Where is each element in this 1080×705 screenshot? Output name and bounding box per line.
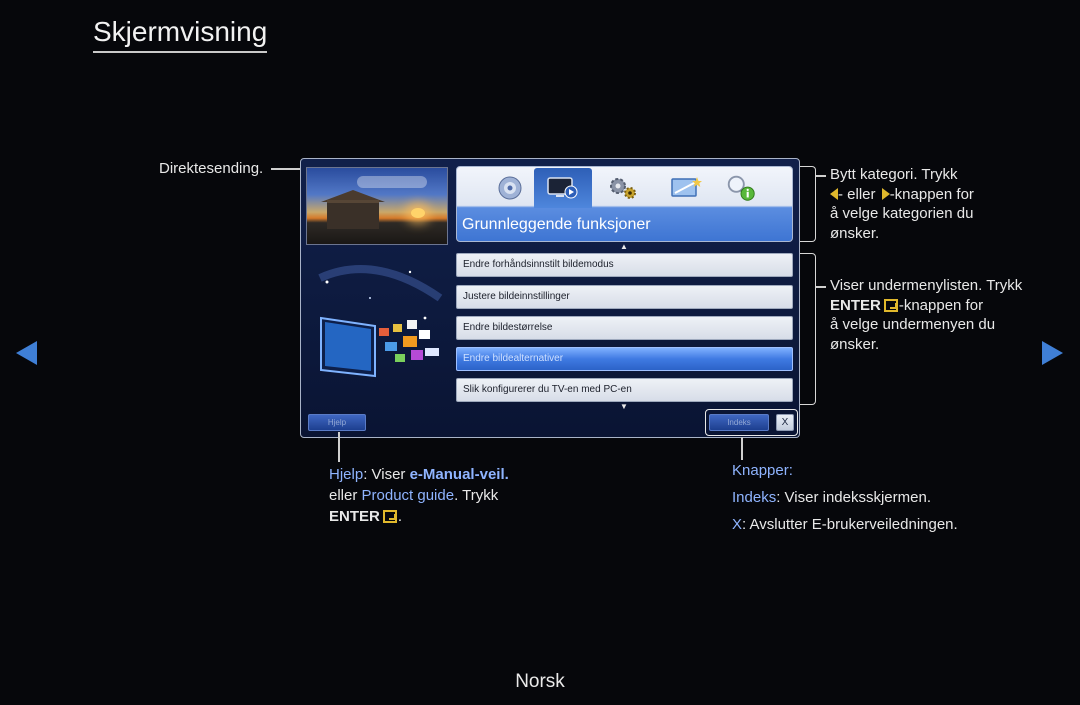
thumbnail-sun xyxy=(411,208,425,218)
submenu-callout-line2: ENTER -knappen for xyxy=(830,296,984,314)
submenu-callout-line1: Viser undermenylisten. Trykk xyxy=(830,277,1023,294)
category-callout-line3: å velge kategorien du xyxy=(830,205,974,222)
category-callout-line4: ønsker. xyxy=(830,224,880,242)
next-page-arrow-icon[interactable] xyxy=(1042,341,1063,365)
help-callout-line2: eller Product guide. Trykk xyxy=(329,487,499,504)
help-callout-line xyxy=(338,432,340,462)
help-callout-line1: Hjelp: Viser e-Manual-veil. xyxy=(329,466,509,483)
help-button[interactable]: Hjelp xyxy=(308,414,366,431)
previous-page-arrow-icon[interactable] xyxy=(16,341,37,365)
enter-key-icon xyxy=(382,510,397,523)
right-arrow-key-icon xyxy=(881,187,890,200)
buttons-callout-line xyxy=(741,437,743,460)
menu-item-picture-options[interactable]: Endre bildealternativer xyxy=(456,347,793,371)
menu-item-picture-size[interactable]: Endre bildestørrelse xyxy=(456,316,793,340)
submenu-callout-line xyxy=(816,286,826,288)
buttons-callout-close: X: Avslutter E-brukerveiledningen. xyxy=(732,516,958,533)
left-arrow-key-icon xyxy=(830,187,838,200)
live-tv-thumbnail xyxy=(306,167,448,245)
menu-item-preset-picture-mode[interactable]: Endre forhåndsinnstilt bildemodus xyxy=(456,253,793,277)
submenu-callout-line4: ønsker. xyxy=(830,335,880,353)
page-title: Skjermvisning xyxy=(93,14,268,53)
buttons-callout-box xyxy=(705,409,798,436)
category-callout-line1: Bytt kategori. Trykk xyxy=(830,166,958,183)
tv-illustration xyxy=(315,258,445,383)
buttons-callout-index: Indeks: Viser indeksskjermen. xyxy=(732,489,931,506)
search-info-icon[interactable] xyxy=(724,173,758,203)
enter-key-icon xyxy=(883,298,898,312)
category-callout: Bytt kategori. Trykk - eller -knappen fo… xyxy=(830,165,974,243)
tv-play-icon[interactable] xyxy=(546,173,580,203)
category-callout-line2: - eller -knappen for xyxy=(830,185,974,205)
footer-language: Norsk xyxy=(515,671,565,692)
submenu-callout-line3: å velge undermenyen du xyxy=(830,316,996,333)
category-callout-line xyxy=(816,175,826,177)
category-title: Grunnleggende funksjoner xyxy=(462,216,651,233)
thumbnail-cloud xyxy=(357,176,427,188)
thumbnail-house xyxy=(327,200,379,229)
buttons-callout-heading: Knapper: xyxy=(732,462,793,479)
live-tv-callout: Direktesending. xyxy=(159,160,264,177)
help-callout: Hjelp: Viser e-Manual-veil. eller Produc… xyxy=(329,464,509,527)
disc-icon[interactable] xyxy=(493,173,527,203)
menu-item-picture-settings[interactable]: Justere bildeinnstillinger xyxy=(456,285,793,309)
menu-item-pc-setup[interactable]: Slik konfigurerer du TV-en med PC-en xyxy=(456,378,793,402)
submenu-callout: Viser undermenylisten. Trykk ENTER -knapp… xyxy=(830,276,1022,354)
gears-icon[interactable] xyxy=(606,173,640,203)
scroll-up-icon[interactable]: ▲ xyxy=(620,242,628,251)
help-callout-line3: ENTER. xyxy=(329,508,403,525)
tv-star-icon[interactable] xyxy=(669,173,703,203)
scroll-down-icon[interactable]: ▼ xyxy=(620,402,628,411)
